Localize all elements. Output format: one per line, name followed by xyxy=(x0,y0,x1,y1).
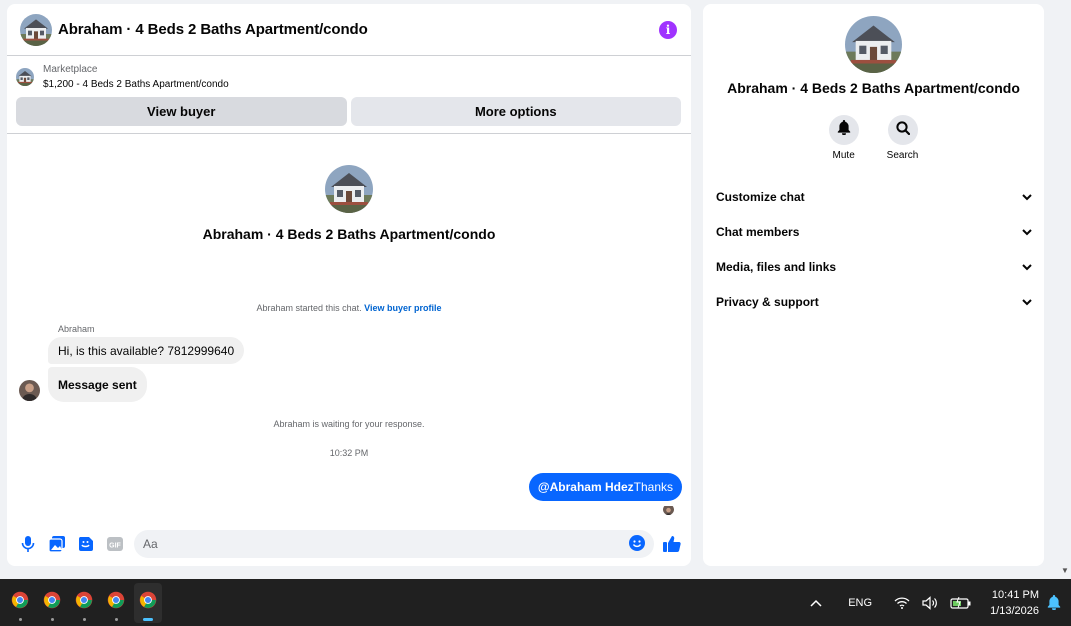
section-label: Customize chat xyxy=(716,189,805,204)
search-button[interactable]: Search xyxy=(886,115,919,161)
chat-started-notice: Abraham started this chat. View buyer pr… xyxy=(7,303,691,313)
chrome-icon xyxy=(139,591,157,614)
sender-name: Abraham xyxy=(58,324,95,334)
clock-time: 10:41 PM xyxy=(991,588,1039,601)
section-customize-chat[interactable]: Customize chat xyxy=(703,179,1044,214)
photo-icon[interactable] xyxy=(46,533,68,555)
listing-avatar[interactable] xyxy=(20,14,52,46)
search-icon xyxy=(895,120,910,140)
taskbar-chrome-1[interactable] xyxy=(6,583,34,623)
info-avatar xyxy=(845,16,902,73)
sticker-icon[interactable] xyxy=(75,533,97,555)
marketplace-listing[interactable]: Marketplace $1,200 - 4 Beds 2 Baths Apar… xyxy=(7,56,691,92)
like-icon[interactable] xyxy=(661,533,683,555)
composer: GIF Aa xyxy=(7,522,691,566)
mention[interactable]: @Abraham Hdez xyxy=(538,480,634,494)
taskbar-chrome-3[interactable] xyxy=(70,583,98,623)
clock[interactable]: 10:41 PM 1/13/2026 xyxy=(990,587,1039,619)
listing-title: $1,200 - 4 Beds 2 Baths Apartment/condo xyxy=(43,79,229,90)
info-sections: Customize chat Chat members Media, files… xyxy=(703,179,1044,319)
volume-icon[interactable] xyxy=(922,595,938,610)
taskbar-apps xyxy=(0,582,162,623)
sender-avatar[interactable] xyxy=(19,380,40,401)
svg-text:GIF: GIF xyxy=(109,543,121,550)
notification-bell-icon[interactable] xyxy=(1047,595,1061,610)
view-buyer-profile-link[interactable]: View buyer profile xyxy=(364,303,441,313)
chevron-up-icon[interactable] xyxy=(810,599,822,607)
chat-title[interactable]: Abraham · 4 Beds 2 Baths Apartment/condo xyxy=(58,21,659,38)
search-label: Search xyxy=(886,150,919,161)
chrome-icon xyxy=(107,591,125,614)
taskbar-chrome-4[interactable] xyxy=(102,583,130,623)
system-tray: ENG 10:41 PM 1/13/2026 xyxy=(802,579,1071,626)
message-placeholder: Aa xyxy=(143,537,158,551)
section-label: Media, files and links xyxy=(716,259,837,274)
language-indicator[interactable]: ENG xyxy=(848,597,872,609)
mute-button[interactable]: Mute xyxy=(828,115,859,161)
taskbar-chrome-5[interactable] xyxy=(134,582,162,623)
section-media-files-links[interactable]: Media, files and links xyxy=(703,249,1044,284)
message-input[interactable]: Aa xyxy=(134,530,654,558)
chrome-icon xyxy=(11,591,29,614)
intro-avatar xyxy=(325,165,373,213)
chevron-down-icon xyxy=(1022,260,1032,274)
info-icon[interactable]: i xyxy=(659,20,677,39)
taskbar-chrome-2[interactable] xyxy=(38,583,66,623)
divider xyxy=(7,133,691,134)
listing-thumbnail xyxy=(16,68,34,86)
seen-avatar xyxy=(663,504,674,515)
chat-panel: Abraham · 4 Beds 2 Baths Apartment/condo… xyxy=(7,4,691,566)
outgoing-message[interactable]: @Abraham Hdez Thanks xyxy=(528,473,682,501)
started-text: Abraham started this chat. xyxy=(256,303,362,313)
chat-info-panel: Abraham · 4 Beds 2 Baths Apartment/condo… xyxy=(703,4,1044,566)
chevron-down-icon xyxy=(1022,295,1032,309)
chevron-down-icon xyxy=(1022,190,1032,204)
chrome-icon xyxy=(75,591,93,614)
taskbar: ENG 10:41 PM 1/13/2026 xyxy=(0,579,1071,626)
section-label: Privacy & support xyxy=(716,294,819,309)
more-options-button[interactable]: More options xyxy=(350,97,681,126)
wifi-icon[interactable] xyxy=(894,596,910,609)
incoming-message[interactable]: Message sent xyxy=(48,367,147,402)
clock-date: 1/13/2026 xyxy=(990,604,1039,617)
view-buyer-button[interactable]: View buyer xyxy=(16,97,347,126)
emoji-icon[interactable] xyxy=(629,534,645,554)
section-chat-members[interactable]: Chat members xyxy=(703,214,1044,249)
bell-icon xyxy=(837,120,851,140)
mute-label: Mute xyxy=(832,150,855,161)
scroll-down-arrow[interactable]: ▼ xyxy=(1059,566,1071,576)
outgoing-text: Thanks xyxy=(633,480,673,494)
intro-title: Abraham · 4 Beds 2 Baths Apartment/condo xyxy=(202,226,496,242)
chrome-icon xyxy=(43,591,61,614)
section-privacy-support[interactable]: Privacy & support xyxy=(703,284,1044,319)
message-timestamp: 10:32 PM xyxy=(329,448,369,458)
incoming-message[interactable]: Hi, is this available? 7812999640 xyxy=(48,337,245,364)
gif-icon[interactable]: GIF xyxy=(104,533,126,555)
waiting-notice: Abraham is waiting for your response. xyxy=(273,419,425,429)
section-label: Chat members xyxy=(716,224,800,239)
chat-intro: Abraham · 4 Beds 2 Baths Apartment/condo xyxy=(7,165,691,242)
battery-icon[interactable] xyxy=(950,596,972,609)
marketplace-label: Marketplace xyxy=(43,64,98,75)
microphone-icon[interactable] xyxy=(17,533,39,555)
chevron-down-icon xyxy=(1022,225,1032,239)
chat-header: Abraham · 4 Beds 2 Baths Apartment/condo… xyxy=(7,4,691,56)
info-title: Abraham · 4 Beds 2 Baths Apartment/condo xyxy=(727,80,1020,96)
